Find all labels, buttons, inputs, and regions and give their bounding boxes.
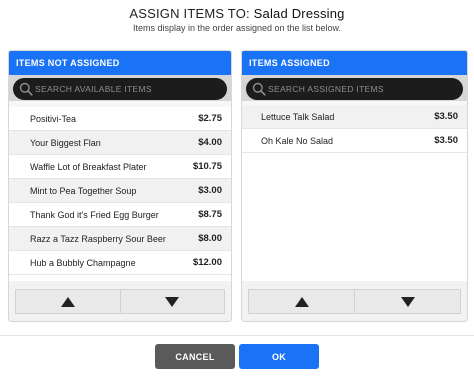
footer-divider	[0, 335, 474, 336]
list-item[interactable]: Hub a Bubbly Champagne $12.00	[9, 251, 231, 275]
search-icon	[252, 82, 266, 96]
unassigned-search-box[interactable]	[13, 78, 227, 100]
search-icon	[19, 82, 33, 96]
unassigned-search-input[interactable]	[35, 78, 221, 100]
arrow-down-icon	[165, 296, 180, 307]
assigned-scroll-controls	[248, 289, 461, 314]
item-price: $10.75	[192, 161, 222, 172]
unassigned-items-panel: ITEMS NOT ASSIGNED Positivi-Tea $2.75 Yo…	[8, 50, 232, 322]
dialog-header: ASSIGN ITEMS TO: Salad Dressing Items di…	[0, 6, 474, 33]
unassigned-search-bar	[9, 75, 231, 101]
assigned-search-bar	[242, 75, 467, 101]
list-item[interactable]: Lettuce Talk Salad $3.50	[242, 105, 467, 129]
assigned-scroll-up-button[interactable]	[249, 290, 354, 313]
unassigned-scroll-up-button[interactable]	[16, 290, 120, 313]
item-name: Lettuce Talk Salad	[261, 111, 335, 122]
dialog-subtitle: Items display in the order assigned on t…	[132, 23, 342, 33]
cancel-button[interactable]: CANCEL	[155, 344, 235, 369]
assigned-search-input[interactable]	[268, 78, 457, 100]
list-item[interactable]: Mint to Pea Together Soup $3.00	[9, 179, 231, 203]
item-price: $3.00	[198, 185, 222, 196]
item-name: Mint to Pea Together Soup	[30, 185, 137, 196]
item-price: $8.75	[198, 209, 222, 220]
item-price: $4.00	[198, 137, 222, 148]
item-price: $3.50	[434, 135, 458, 146]
item-price: $2.75	[198, 113, 222, 124]
item-name: Oh Kale No Salad	[261, 135, 334, 146]
item-price: $3.50	[434, 111, 458, 122]
assigned-items-panel: ITEMS ASSIGNED Lettuce Talk Salad $3.50 …	[241, 50, 468, 322]
list-item[interactable]: Razz a Tazz Raspberry Sour Beer $8.00	[9, 227, 231, 251]
ok-button[interactable]: OK	[239, 344, 319, 369]
item-name: Thank God it's Fried Egg Burger	[30, 209, 159, 220]
list-item[interactable]: Oh Kale No Salad $3.50	[242, 129, 467, 153]
arrow-up-icon	[60, 296, 75, 307]
arrow-down-icon	[400, 296, 415, 307]
item-name: Razz a Tazz Raspberry Sour Beer	[30, 233, 166, 244]
list-item[interactable]: Thank God it's Fried Egg Burger $8.75	[9, 203, 231, 227]
assigned-search-box[interactable]	[246, 78, 463, 100]
assigned-panel-title: ITEMS ASSIGNED	[242, 51, 467, 75]
unassigned-scroll-down-button[interactable]	[119, 290, 225, 313]
unassigned-panel-title: ITEMS NOT ASSIGNED	[9, 51, 231, 75]
arrow-up-icon	[294, 296, 309, 307]
item-name: Hub a Bubbly Champagne	[30, 257, 136, 268]
title-target: Salad Dressing	[253, 6, 345, 21]
item-name: Your Biggest Flan	[30, 137, 101, 148]
unassigned-items-list: Positivi-Tea $2.75 Your Biggest Flan $4.…	[9, 101, 231, 281]
title-prefix: ASSIGN ITEMS TO:	[129, 6, 250, 21]
list-item[interactable]: Your Biggest Flan $4.00	[9, 131, 231, 155]
item-name: Waffle Lot of Breakfast Plater	[30, 161, 147, 172]
item-name: Positivi-Tea	[30, 113, 77, 124]
list-item[interactable]: Waffle Lot of Breakfast Plater $10.75	[9, 155, 231, 179]
item-price: $8.00	[198, 233, 222, 244]
assigned-items-list: Lettuce Talk Salad $3.50 Oh Kale No Sala…	[242, 101, 467, 281]
unassigned-scroll-controls	[15, 289, 225, 314]
list-item[interactable]: Positivi-Tea $2.75	[9, 107, 231, 131]
dialog-title: ASSIGN ITEMS TO: Salad Dressing	[0, 6, 474, 22]
item-price: $12.00	[192, 257, 222, 268]
assigned-scroll-down-button[interactable]	[354, 290, 460, 313]
